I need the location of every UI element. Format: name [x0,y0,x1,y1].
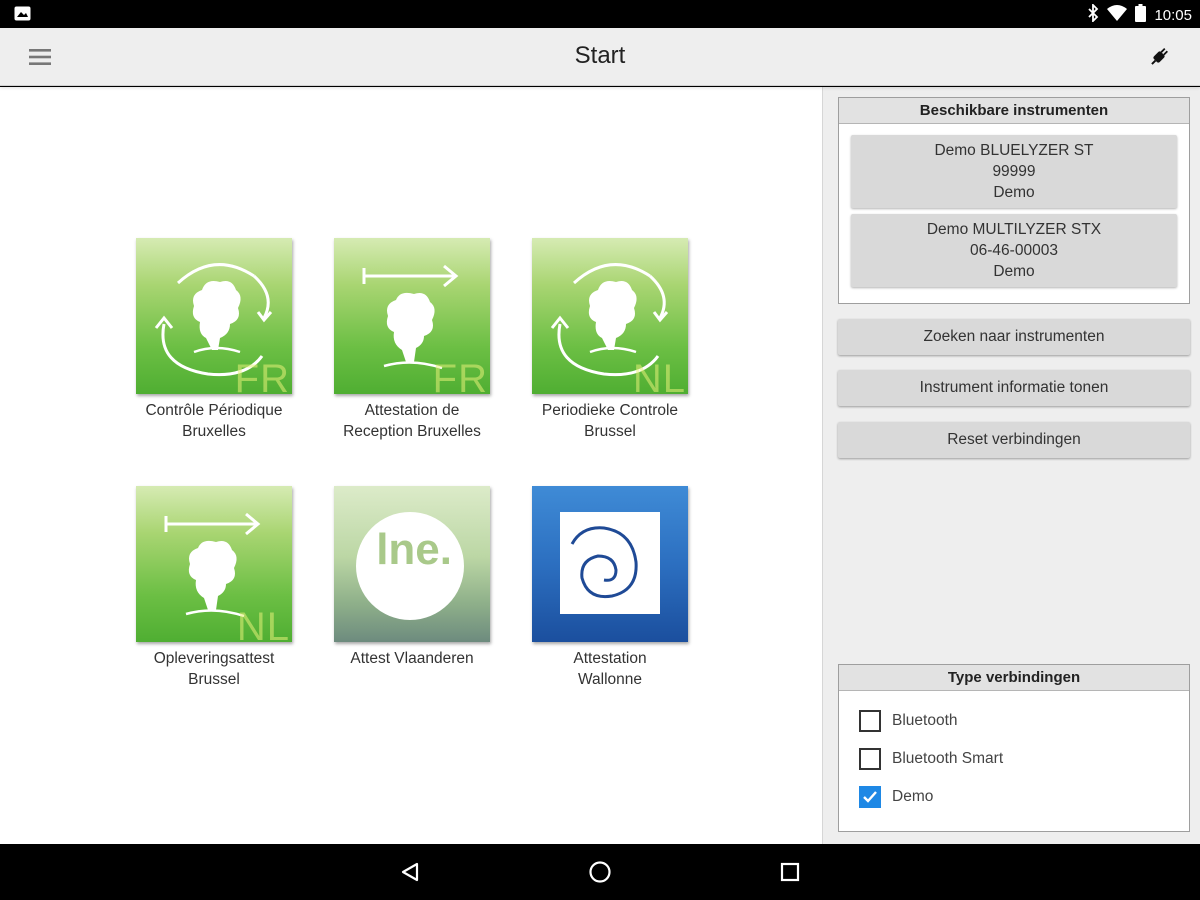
instrument-item[interactable]: Demo MULTILYZER STX 06-46-00003 Demo [851,214,1177,287]
tile-label: Wallonne [577,671,643,688]
tile-label: Reception Bruxelles [343,423,481,440]
tile-controle-periodique-bruxelles[interactable]: FR Contrôle Périodique Bruxelles [114,238,314,442]
battery-icon [1135,3,1147,27]
cycle-tree-icon: FR [136,238,292,394]
instrument-mode: Demo [993,184,1035,201]
tile-label: Opleveringsattest [153,650,275,667]
tile-attestation-wallonne[interactable]: Attestation Wallonne [510,486,710,690]
lne-logo: lne. [334,486,490,642]
instruments-panel-title: Beschikbare instrumenten [839,98,1189,124]
connection-option-label: Demo [892,788,934,805]
back-icon[interactable] [396,858,424,886]
cycle-tree-icon: NL [532,238,688,394]
navigation-bar [0,844,1200,900]
tile-opleveringsattest-brussel[interactable]: NL Opleveringsattest Brussel [114,486,314,690]
page-title: Start [574,42,626,69]
connection-option-label: Bluetooth [892,712,958,729]
tile-label: Brussel [188,671,240,688]
lang-tag: FR [432,357,488,394]
tile-attestation-reception-bruxelles[interactable]: FR Attestation de Reception Bruxelles [312,238,512,442]
tile-label: Periodieke Controle [541,402,679,419]
connection-option-label: Bluetooth Smart [892,750,1004,767]
tile-attest-vlaanderen[interactable]: lne. Attest Vlaanderen [312,486,512,669]
connection-option-bluetooth[interactable]: Bluetooth [839,702,1189,740]
bluetooth-checkbox[interactable] [859,710,881,732]
instrument-serial: 99999 [992,163,1036,180]
connection-type-panel-title: Type verbindingen [839,665,1189,691]
connection-type-panel: Type verbindingen Bluetooth Bluetooth Sm… [838,664,1190,832]
plug-icon[interactable] [1144,42,1174,72]
instrument-info-button[interactable]: Instrument informatie tonen [838,370,1190,406]
lang-tag: FR [234,357,290,394]
recents-icon[interactable] [776,858,804,886]
instrument-mode: Demo [993,263,1035,280]
arrow-tree-icon: FR [334,238,490,394]
instrument-serial: 06-46-00003 [970,242,1058,259]
instrument-item[interactable]: Demo BLUELYZER ST 99999 Demo [851,135,1177,208]
instrument-name: Demo MULTILYZER STX [926,221,1102,238]
tile-label: Attest Vlaanderen [350,650,474,667]
checkmark-icon [863,791,877,803]
search-instruments-button[interactable]: Zoeken naar instrumenten [838,319,1190,355]
demo-checkbox[interactable] [859,786,881,808]
tile-label: Attestation de [364,402,460,419]
bluetooth-icon [1087,2,1099,27]
tile-label: Bruxelles [182,423,246,440]
tile-periodieke-controle-brussel[interactable]: NL Periodieke Controle Brussel [510,238,710,442]
instruments-panel: Beschikbare instrumenten Demo BLUELYZER … [838,97,1190,304]
lang-tag: NL [632,357,686,394]
connection-option-bluetooth-smart[interactable]: Bluetooth Smart [839,740,1189,778]
lne-logo-text: lne. [376,525,452,574]
status-time: 10:05 [1154,6,1192,24]
home-icon[interactable] [586,858,614,886]
instrument-name: Demo BLUELYZER ST [934,142,1094,159]
tile-label: Brussel [584,423,636,440]
wifi-icon [1107,4,1128,26]
lang-tag: NL [236,605,290,642]
side-panel: Beschikbare instrumenten Demo BLUELYZER … [822,87,1200,844]
arrow-tree-icon: NL [136,486,292,642]
image-notification-icon [14,6,31,21]
tile-label: Attestation [573,650,647,667]
status-bar: 10:05 [0,0,1200,28]
reset-connections-button[interactable]: Reset verbindingen [838,422,1190,458]
connection-option-demo[interactable]: Demo [839,778,1189,816]
main-content: FR Contrôle Périodique Bruxelles FR Atte… [0,87,822,844]
bluetooth-smart-checkbox[interactable] [859,748,881,770]
tile-label: Contrôle Périodique [145,402,283,419]
spiral-logo [532,486,688,642]
app-bar: Start [0,28,1200,86]
